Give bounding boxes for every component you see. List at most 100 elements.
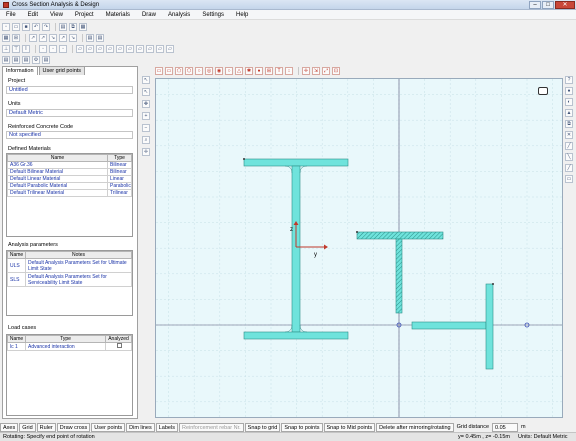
undo-icon[interactable]: ↶ — [32, 22, 40, 31]
shape-icon[interactable]: ▱ — [166, 44, 174, 53]
maximize-icon[interactable]: □ — [542, 0, 554, 9]
toggle-dim-lines[interactable]: Dim lines — [126, 422, 155, 432]
table-row[interactable]: Default Trilinear Material Trilinear — [7, 189, 132, 197]
rotated-tee-flange[interactable] — [485, 283, 494, 370]
section-icon[interactable]: ⊥ — [2, 44, 10, 53]
toggle-grid[interactable]: Grid — [19, 422, 36, 432]
shape-icon[interactable]: ▱ — [146, 44, 154, 53]
shape-icon[interactable]: ▱ — [76, 44, 84, 53]
document-icon[interactable]: ▤ — [12, 55, 20, 64]
rebar-icon[interactable]: ● — [255, 67, 263, 75]
line-icon[interactable]: ╲ — [565, 153, 573, 161]
grid-icon[interactable]: ⊞ — [12, 33, 20, 42]
table-row[interactable]: Default Parabolic Material Parabolic — [7, 182, 132, 190]
shape-icon[interactable]: ▱ — [156, 44, 164, 53]
toggle-user-points[interactable]: User points — [91, 422, 126, 432]
chart-icon[interactable]: ↘ — [49, 33, 57, 42]
chart-icon[interactable]: ↗ — [39, 33, 47, 42]
toggle-snap-grid[interactable]: Snap to grid — [244, 422, 281, 432]
print-icon[interactable]: ▤ — [59, 22, 67, 31]
rectangle-icon[interactable]: ▭ — [165, 67, 173, 75]
loads-table[interactable]: Name Type Analyzed lc 1 Advanced interac… — [6, 334, 133, 416]
document-icon[interactable]: ▤ — [42, 55, 50, 64]
table-row[interactable]: ULS Default Analysis Parameters Set for U… — [7, 258, 132, 273]
move-icon[interactable]: ✛ — [302, 67, 310, 75]
toggle-rebar-nr[interactable]: Reinforcement rebar Nr. — [178, 422, 244, 432]
line-icon[interactable]: ╱ — [565, 142, 573, 150]
delete-icon[interactable]: ✕ — [565, 131, 573, 139]
help-icon[interactable]: ? — [565, 76, 573, 84]
menu-edit[interactable]: Edit — [22, 12, 44, 18]
menu-settings[interactable]: Settings — [196, 12, 230, 18]
loads-header-name[interactable]: Name — [7, 335, 26, 343]
minimize-icon[interactable]: – — [529, 0, 541, 9]
analysis-table[interactable]: Name Notes ULS Default Analysis Parameter… — [6, 250, 133, 316]
menu-project[interactable]: Project — [69, 12, 100, 18]
tee-stem[interactable] — [395, 238, 403, 314]
table-icon[interactable]: ▦ — [2, 33, 10, 42]
save-icon[interactable]: ■ — [22, 22, 30, 31]
i-beam-bottom-flange[interactable] — [243, 331, 349, 340]
chart-icon[interactable]: ↗ — [59, 33, 67, 42]
node-select-icon[interactable]: ↖ — [142, 88, 150, 96]
rectangle-icon[interactable]: ▭ — [155, 67, 163, 75]
zoom-window-icon[interactable]: ⌕ — [142, 136, 150, 144]
color-icon[interactable]: ◐ — [565, 98, 573, 106]
grid-distance-input[interactable]: 0.05 — [492, 422, 519, 432]
document-icon[interactable]: ▤ — [22, 55, 30, 64]
loads-header-type[interactable]: Type — [25, 335, 106, 343]
shape-icon[interactable]: ▱ — [86, 44, 94, 53]
shape-icon[interactable]: ▱ — [106, 44, 114, 53]
circle-icon[interactable]: ◎ — [205, 67, 213, 75]
zoom-out-icon[interactable]: − — [142, 124, 150, 132]
analysis-header-notes[interactable]: Notes — [25, 251, 132, 259]
units-field[interactable]: Default Metric — [6, 109, 133, 117]
rebar-icon[interactable]: ◦ — [39, 44, 47, 53]
open-folder-icon[interactable]: ▭ — [12, 22, 20, 31]
chart-icon[interactable]: ↘ — [69, 33, 77, 42]
section-icon[interactable]: I — [22, 44, 30, 53]
drawing-canvas[interactable]: z y — [155, 78, 563, 418]
comment-icon[interactable]: ▭ — [565, 175, 573, 183]
rotated-tee-section[interactable] — [411, 283, 494, 370]
document-icon[interactable]: ▤ — [2, 55, 10, 64]
dimension-icon[interactable]: ↕ — [285, 67, 293, 75]
toggle-axes[interactable]: Axes — [0, 422, 19, 432]
tee-flange[interactable] — [356, 231, 444, 240]
circle-icon[interactable]: ○ — [195, 67, 203, 75]
i-beam-top-flange[interactable] — [243, 158, 349, 167]
polygon-icon[interactable]: ⬡ — [185, 67, 193, 75]
report-icon[interactable]: ▤ — [86, 33, 94, 42]
scale-icon[interactable]: ⇲ — [312, 67, 320, 75]
toggle-ruler[interactable]: Ruler — [36, 422, 56, 432]
rotated-tee-stem[interactable] — [411, 321, 487, 330]
materials-header-type[interactable]: Type — [107, 154, 132, 162]
table-row[interactable]: Default Bilinear Material Bilinear — [7, 168, 132, 176]
zoom-in-icon[interactable]: + — [142, 112, 150, 120]
shape-icon[interactable]: ▱ — [96, 44, 104, 53]
menu-materials[interactable]: Materials — [100, 12, 136, 18]
menu-draw[interactable]: Draw — [136, 12, 162, 18]
menu-view[interactable]: View — [44, 12, 69, 18]
redo-icon[interactable]: ↷ — [42, 22, 50, 31]
analyzed-checkbox[interactable] — [105, 342, 132, 351]
materials-header-name[interactable]: Name — [7, 154, 108, 162]
circle-icon[interactable]: ○ — [225, 67, 233, 75]
select-arrow-icon[interactable]: ↖ — [142, 76, 150, 84]
chart-icon[interactable]: ↗ — [29, 33, 37, 42]
table-row[interactable]: lc 1 Advanced interaction — [7, 342, 132, 351]
shape-icon[interactable]: ▱ — [116, 44, 124, 53]
circle-icon[interactable]: ◉ — [215, 67, 223, 75]
toggle-snap-points[interactable]: Snap to points — [281, 422, 323, 432]
section-icon[interactable]: ⊤ — [12, 44, 20, 53]
shape-icon[interactable]: ▱ — [136, 44, 144, 53]
triangle-icon[interactable]: △ — [235, 67, 243, 75]
paste-icon[interactable]: ▦ — [79, 22, 87, 31]
toggle-delete-after-mirroring[interactable]: Delete after mirroring/rotating — [376, 422, 454, 432]
warning-icon[interactable]: ▲ — [565, 109, 573, 117]
copy-icon[interactable]: ⧉ — [69, 22, 77, 31]
pan-icon[interactable]: ✥ — [142, 100, 150, 108]
i-beam-section[interactable] — [243, 158, 349, 340]
table-row[interactable]: A36 Gr.36 Bilinear — [7, 161, 132, 169]
menu-help[interactable]: Help — [230, 12, 254, 18]
